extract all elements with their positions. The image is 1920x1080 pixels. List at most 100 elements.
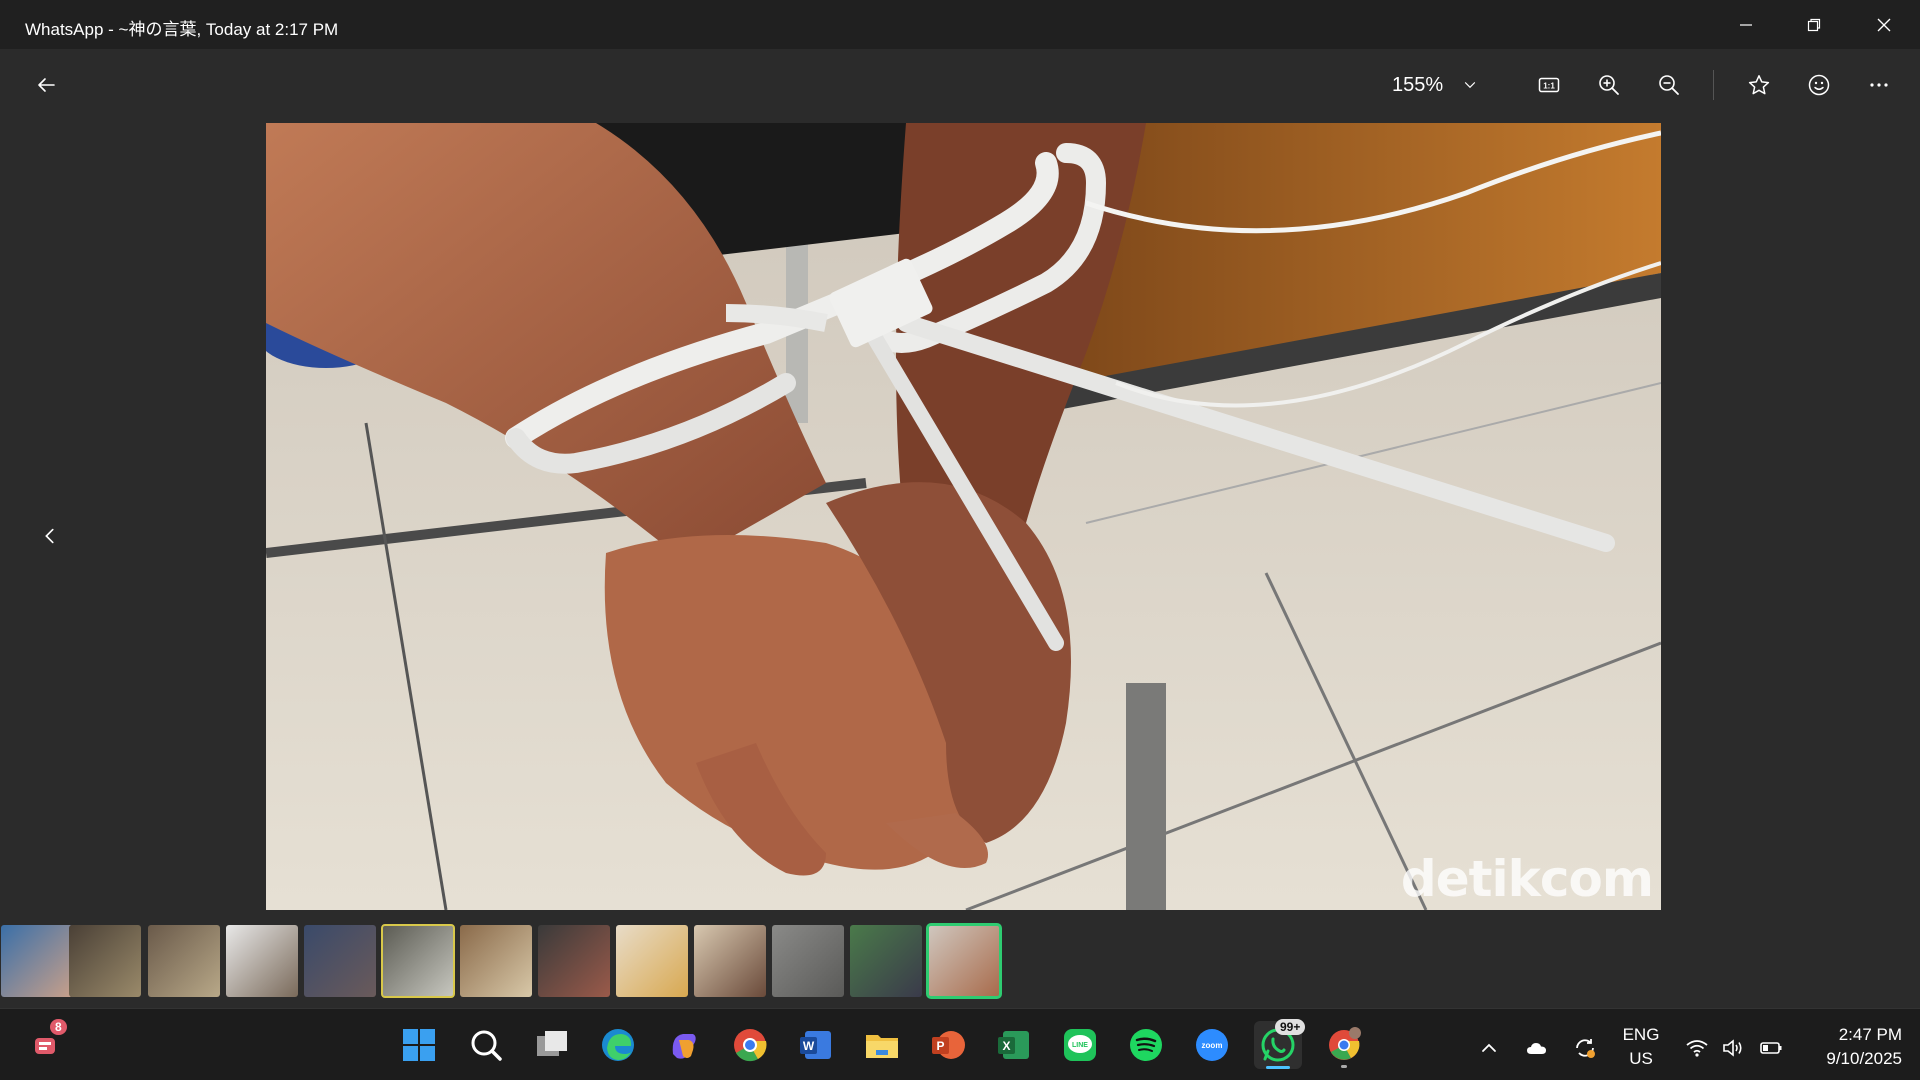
- language-code: ENG: [1622, 1025, 1660, 1044]
- svg-text:zoom: zoom: [1202, 1041, 1223, 1050]
- taskbar-notifications[interactable]: 8: [24, 1019, 72, 1069]
- chevron-left-icon: [45, 528, 54, 544]
- taskbar-search[interactable]: [462, 1021, 510, 1069]
- taskbar-edge[interactable]: [594, 1021, 642, 1069]
- toolbar-divider: [1713, 70, 1714, 100]
- thumbnail-1[interactable]: [1, 925, 73, 997]
- close-icon: [1877, 18, 1891, 31]
- window-title: WhatsApp - ~神の言葉, Today at 2:17 PM: [25, 20, 339, 39]
- word-icon: W: [800, 1031, 831, 1059]
- spotify-icon: [1130, 1029, 1162, 1061]
- show-hidden-icons-button[interactable]: [1476, 1035, 1502, 1061]
- clock-time: 2:47 PM: [1838, 1025, 1902, 1044]
- taskbar-powerpoint[interactable]: P: [924, 1021, 972, 1069]
- image-viewer: detikcom: [0, 121, 1920, 921]
- whatsapp-badge: 99+: [1275, 1019, 1306, 1035]
- taskbar-whatsapp[interactable]: 99+: [1254, 1019, 1306, 1069]
- react-button[interactable]: [1797, 63, 1841, 107]
- taskbar-task-view[interactable]: [528, 1021, 576, 1069]
- favorite-button[interactable]: [1737, 63, 1781, 107]
- previous-image-button[interactable]: [30, 506, 70, 566]
- zoom-app-icon: zoom: [1196, 1029, 1228, 1061]
- svg-text:X: X: [1002, 1039, 1010, 1053]
- zoom-out-button[interactable]: [1647, 63, 1691, 107]
- sync-icon: [1576, 1039, 1595, 1058]
- windows-logo-icon: [403, 1029, 435, 1061]
- svg-text:1:1: 1:1: [1543, 82, 1555, 91]
- powerpoint-icon: P: [932, 1031, 965, 1059]
- actual-size-icon: 1:1: [1538, 77, 1560, 93]
- chevron-up-icon: [1482, 1043, 1496, 1052]
- title-bar: WhatsApp - ~神の言葉, Today at 2:17 PM: [0, 0, 1920, 49]
- clock[interactable]: 2:47 PM 9/10/2025: [1798, 1023, 1902, 1071]
- notification-badge: 8: [50, 1019, 67, 1035]
- more-icon: [1870, 83, 1888, 87]
- thumbnail-7[interactable]: [460, 925, 532, 997]
- zoom-in-button[interactable]: [1587, 63, 1631, 107]
- svg-text:W: W: [803, 1039, 815, 1053]
- copilot-icon: [672, 1034, 696, 1059]
- chrome-profile-icon: [1329, 1027, 1361, 1060]
- excel-icon: X: [998, 1031, 1029, 1059]
- chevron-down-icon: [1465, 82, 1476, 89]
- thumbnail-3[interactable]: [148, 925, 220, 997]
- taskbar-word[interactable]: W: [792, 1021, 840, 1069]
- photo-illustration: [266, 123, 1661, 910]
- back-button[interactable]: [24, 63, 68, 107]
- thumbnail-10[interactable]: [694, 925, 766, 997]
- thumbnail-8[interactable]: [538, 925, 610, 997]
- zoom-dropdown[interactable]: 155%: [1392, 63, 1479, 107]
- search-icon: [471, 1030, 502, 1061]
- taskbar-chrome-profile[interactable]: [1320, 1021, 1368, 1069]
- battery-icon: [1760, 1042, 1782, 1054]
- star-icon: [1748, 75, 1770, 95]
- taskbar-excel[interactable]: X: [990, 1021, 1038, 1069]
- region-code: US: [1629, 1049, 1653, 1068]
- language-indicator[interactable]: ENG US: [1616, 1023, 1666, 1071]
- speaker-icon: [1723, 1039, 1742, 1057]
- taskbar-chrome[interactable]: [726, 1021, 774, 1069]
- thumbnail-5[interactable]: [304, 925, 376, 997]
- svg-text:P: P: [936, 1039, 944, 1053]
- thumbnail-6[interactable]: [381, 924, 455, 998]
- viewer-toolbar: 155% 1:1: [0, 49, 1920, 121]
- thumbnail-12[interactable]: [850, 925, 922, 997]
- close-button[interactable]: [1850, 0, 1918, 49]
- minimize-button[interactable]: [1712, 0, 1780, 49]
- minimize-icon: [1740, 23, 1752, 26]
- taskbar-copilot[interactable]: [660, 1021, 708, 1069]
- wifi-tray[interactable]: [1684, 1035, 1710, 1061]
- running-app-indicator: [1341, 1065, 1347, 1068]
- taskbar-line[interactable]: LINE: [1056, 1021, 1104, 1069]
- actual-size-button[interactable]: 1:1: [1527, 63, 1571, 107]
- filmstrip: [0, 922, 1920, 1000]
- restore-icon: [1807, 18, 1821, 31]
- zoom-in-icon: [1599, 75, 1619, 95]
- active-app-indicator: [1266, 1066, 1290, 1069]
- clock-date: 9/10/2025: [1826, 1049, 1902, 1068]
- svg-text:LINE: LINE: [1072, 1042, 1088, 1049]
- thumbnail-4[interactable]: [226, 925, 298, 997]
- thumbnail-11[interactable]: [772, 925, 844, 997]
- taskbar-file-explorer[interactable]: [858, 1021, 906, 1069]
- taskbar-zoom[interactable]: zoom: [1188, 1021, 1236, 1069]
- onedrive-tray[interactable]: [1524, 1035, 1550, 1061]
- wifi-icon: [1686, 1040, 1708, 1057]
- task-view-icon: [537, 1031, 567, 1056]
- folder-icon: [866, 1035, 898, 1058]
- thumbnail-9[interactable]: [616, 925, 688, 997]
- taskbar-spotify[interactable]: [1122, 1021, 1170, 1069]
- thumbnail-13[interactable]: [926, 923, 1002, 999]
- sync-tray[interactable]: [1572, 1035, 1598, 1061]
- more-button[interactable]: [1857, 63, 1901, 107]
- volume-tray[interactable]: [1720, 1035, 1746, 1061]
- main-photo[interactable]: detikcom: [266, 123, 1661, 910]
- image-watermark: detikcom: [1400, 850, 1654, 908]
- thumbnail-2[interactable]: [69, 925, 141, 997]
- taskbar-start[interactable]: [395, 1021, 443, 1069]
- chrome-icon: [734, 1029, 767, 1062]
- zoom-level: 155%: [1392, 73, 1444, 96]
- restore-button[interactable]: [1780, 0, 1848, 49]
- battery-tray[interactable]: [1758, 1035, 1784, 1061]
- zoom-out-icon: [1659, 75, 1679, 95]
